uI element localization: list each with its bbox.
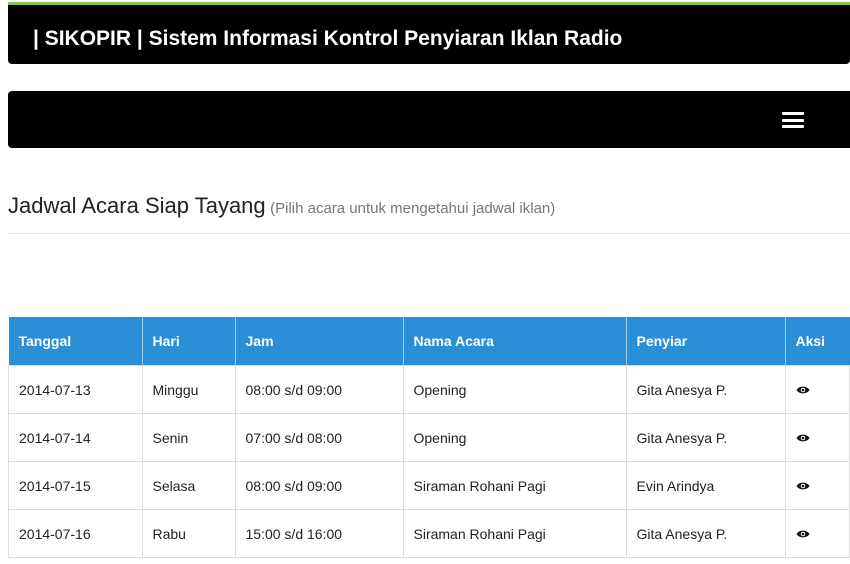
cell-hari: Selasa (141, 461, 236, 510)
hamburger-menu-icon[interactable] (782, 112, 804, 128)
cell-penyiar: Evin Arindya (625, 461, 786, 510)
navbar (8, 91, 850, 148)
column-header-penyiar[interactable]: Penyiar (626, 317, 786, 366)
cell-hari: Minggu (141, 365, 236, 414)
eye-icon[interactable] (796, 430, 810, 446)
app-title: | SIKOPIR | Sistem Informasi Kontrol Pen… (33, 27, 623, 50)
cell-jam: 08:00 s/d 09:00 (234, 461, 404, 510)
cell-hari: Rabu (141, 509, 236, 558)
cell-tanggal: 2014-07-16 (8, 509, 143, 558)
cell-jam: 08:00 s/d 09:00 (234, 365, 404, 414)
cell-aksi (784, 461, 850, 510)
column-header-tanggal[interactable]: Tanggal (8, 317, 143, 366)
cell-acara: Opening (402, 365, 627, 414)
cell-aksi (784, 365, 850, 414)
title-bar: | SIKOPIR | Sistem Informasi Kontrol Pen… (8, 5, 850, 64)
schedule-table: Tanggal Hari Jam Nama Acara Penyiar Aksi… (8, 317, 850, 558)
table-header-row: Tanggal Hari Jam Nama Acara Penyiar Aksi (8, 317, 850, 366)
cell-aksi (784, 509, 850, 558)
page-heading: Jadwal Acara Siap Tayang (Pilih acara un… (8, 193, 555, 219)
cell-aksi (784, 413, 850, 462)
cell-penyiar: Gita Anesya P. (625, 509, 786, 558)
cell-acara: Siraman Rohani Pagi (402, 461, 627, 510)
table-row: 2014-07-13 Minggu 08:00 s/d 09:00 Opening Gi… (8, 365, 850, 414)
cell-acara: Opening (402, 413, 627, 462)
page-title: Jadwal Acara Siap Tayang (8, 193, 266, 218)
eye-icon[interactable] (796, 526, 810, 542)
column-header-jam[interactable]: Jam (235, 317, 404, 366)
cell-hari: Senin (141, 413, 236, 462)
table-row: 2014-07-14 Senin 07:00 s/d 08:00 Opening Git… (8, 413, 850, 462)
column-header-hari[interactable]: Hari (142, 317, 236, 366)
cell-penyiar: Gita Anesya P. (625, 413, 786, 462)
cell-acara: Siraman Rohani Pagi (402, 509, 627, 558)
cell-tanggal: 2014-07-14 (8, 413, 143, 462)
page-subtitle: (Pilih acara untuk mengetahui jadwal ikl… (270, 200, 556, 217)
table-row: 2014-07-15 Selasa 08:00 s/d 09:00 Siraman R… (8, 461, 850, 510)
cell-jam: 15:00 s/d 16:00 (234, 509, 404, 558)
heading-divider (8, 233, 850, 234)
column-header-nama-acara[interactable]: Nama Acara (403, 317, 627, 366)
cell-tanggal: 2014-07-13 (8, 365, 143, 414)
cell-tanggal: 2014-07-15 (8, 461, 143, 510)
cell-jam: 07:00 s/d 08:00 (234, 413, 404, 462)
cell-penyiar: Gita Anesya P. (625, 365, 786, 414)
eye-icon[interactable] (796, 478, 810, 494)
column-header-aksi: Aksi (785, 317, 850, 366)
eye-icon[interactable] (796, 382, 810, 398)
table-row: 2014-07-16 Rabu 15:00 s/d 16:00 Siraman Roh… (8, 509, 850, 558)
